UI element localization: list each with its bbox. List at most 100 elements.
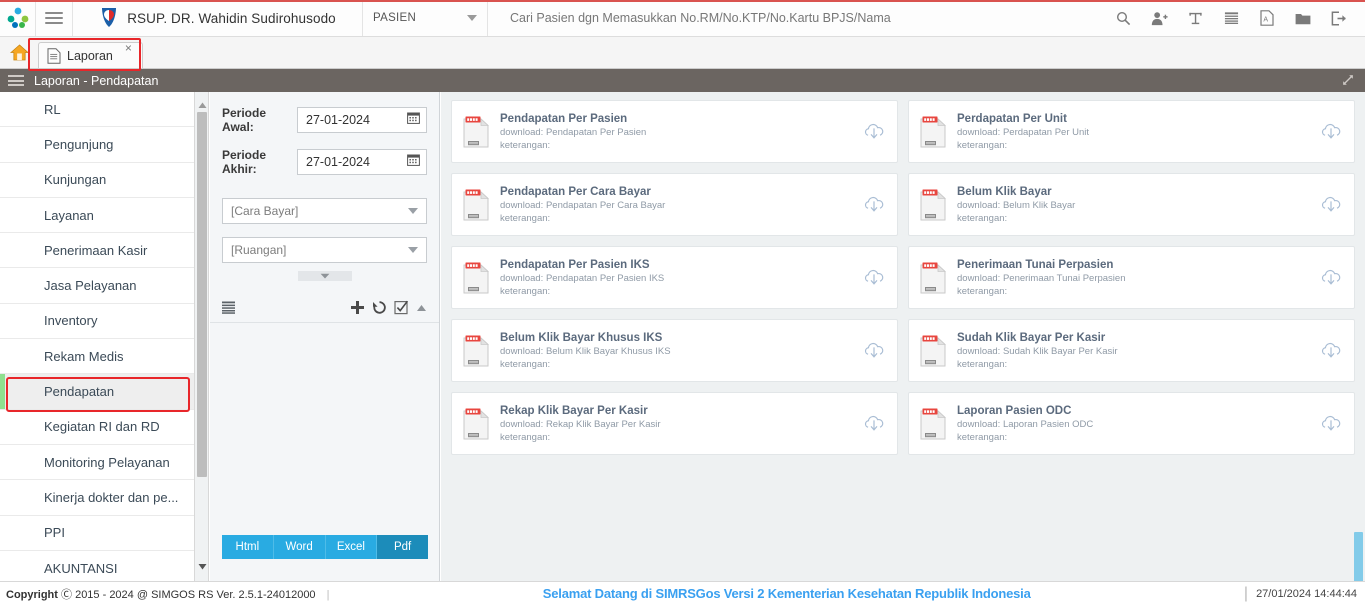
filter-collapse-handle[interactable] [297,271,352,281]
hamburger-icon[interactable] [8,73,24,89]
report-card[interactable]: Pendapatan Per Pasien download: Pendapata… [451,100,898,163]
header-accent-bar [0,0,1365,2]
report-card-text: Perdapatan Per Unit download: Perdapatan … [957,111,1320,152]
sidebar-item-jasa-pelayanan[interactable]: Jasa Pelayanan [0,268,194,304]
report-card[interactable]: Belum Klik Bayar download: Belum Klik Bay… [908,173,1355,236]
report-note-label: keterangan: [957,432,1008,443]
cloud-download-icon[interactable] [1320,414,1342,434]
current-datetime: 27/01/2024 14:44:44 [1256,587,1357,600]
cloud-download-icon[interactable] [863,414,885,434]
content-scrollbar-thumb[interactable] [1354,532,1363,581]
folder-icon[interactable] [1285,0,1321,36]
simgos-logo-icon[interactable] [0,0,35,37]
report-title: Belum Klik Bayar Khusus IKS [500,332,663,344]
sidebar-item-monitoring-pelayanan[interactable]: Monitoring Pelayanan [0,445,194,481]
sidebar-item-rekam-medis[interactable]: Rekam Medis [0,339,194,375]
sidebar-item-label: Kinerja dokter dan pe... [44,489,179,505]
report-card[interactable]: Perdapatan Per Unit download: Perdapatan … [908,100,1355,163]
pdf-file-icon[interactable]: A [1249,0,1285,36]
sidebar-item-pengunjung[interactable]: Pengunjung [0,127,194,163]
report-card[interactable]: Belum Klik Bayar Khusus IKS download: Bel… [451,319,898,382]
report-card[interactable]: Rekap Klik Bayar Per Kasir download: Reka… [451,392,898,455]
chevron-down-icon [467,15,477,21]
calendar-icon[interactable] [407,111,420,129]
copyright-label: Copyright [6,588,58,601]
cloud-download-icon[interactable] [1320,122,1342,142]
export-word-button[interactable]: Word [273,535,326,559]
home-icon[interactable] [0,36,38,68]
report-card[interactable]: Pendapatan Per Pasien IKS download: Penda… [451,246,898,309]
report-card[interactable]: Pendapatan Per Cara Bayar download: Penda… [451,173,898,236]
document-icon [47,47,61,64]
export-excel-button[interactable]: Excel [325,535,378,559]
report-card-text: Belum Klik Bayar download: Belum Klik Bay… [957,184,1320,225]
close-icon[interactable]: × [125,42,132,54]
cloud-download-icon[interactable] [1320,195,1342,215]
export-pdf-button[interactable]: Pdf [377,535,428,559]
report-download-label: download: Penerimaan Tunai Perpasien [957,273,1126,284]
report-card-text: Pendapatan Per Cara Bayar download: Penda… [500,184,863,225]
calendar-icon[interactable] [407,153,420,171]
chevron-up-icon[interactable] [416,304,427,312]
sidebar-item-akuntansi[interactable]: AKUNTANSI [0,551,194,581]
ruangan-select[interactable]: [Ruangan] [222,237,427,263]
sidebar-item-kinerja-dokter[interactable]: Kinerja dokter dan pe... [0,480,194,516]
report-document-icon [919,115,947,149]
sidebar-item-pendapatan[interactable]: Pendapatan [0,374,194,410]
list-icon[interactable] [1213,0,1249,36]
reset-history-icon[interactable] [372,300,387,315]
report-category-sidebar[interactable]: RL Pengunjung Kunjungan Layanan Penerima… [0,92,195,581]
cloud-download-icon[interactable] [863,341,885,361]
list-lines-icon[interactable] [222,301,236,314]
period-start-value: 27-01-2024 [306,113,370,127]
scrollbar-thumb[interactable] [197,112,207,477]
sidebar-item-penerimaan-kasir[interactable]: Penerimaan Kasir [0,233,194,269]
checkbox-checked-icon[interactable] [394,300,409,315]
report-card-text: Penerimaan Tunai Perpasien download: Pene… [957,257,1320,298]
report-download-label: download: Sudah Klik Bayar Per Kasir [957,346,1118,357]
tab-strip: Laporan × [0,37,1365,69]
cloud-download-icon[interactable] [1320,341,1342,361]
cara-bayar-select[interactable]: [Cara Bayar] [222,198,427,224]
logout-icon[interactable] [1321,0,1357,36]
cloud-download-icon[interactable] [1320,268,1342,288]
sidebar-item-label: Pengunjung [44,136,114,152]
app-window: RSUP. DR. Wahidin Sudirohusodo PASIEN Ca… [0,0,1365,605]
sidebar-item-rl[interactable]: RL [0,92,194,128]
sidebar-item-layanan[interactable]: Layanan [0,198,194,234]
module-bar: Laporan - Pendapatan [0,69,1365,92]
report-title: Laporan Pasien ODC [957,405,1072,417]
period-start-input[interactable]: 27-01-2024 [297,107,427,133]
sidebar-item-inventory[interactable]: Inventory [0,304,194,340]
sidebar-scrollbar[interactable] [195,92,209,581]
expand-diagonal-icon[interactable] [1341,73,1355,92]
text-tool-icon[interactable] [1177,0,1213,36]
svg-text:A: A [1263,17,1268,24]
search-mode-select[interactable]: PASIEN [363,0,488,36]
sidebar-item-kegiatan-ri-dan-rd[interactable]: Kegiatan RI dan RD [0,410,194,445]
main-menu-toggle[interactable] [35,0,73,36]
cloud-download-icon[interactable] [863,195,885,215]
ruangan-value: [Ruangan] [231,243,287,257]
export-html-button[interactable]: Html [222,535,274,559]
report-card[interactable]: Sudah Klik Bayar Per Kasir download: Suda… [908,319,1355,382]
sidebar-item-kunjungan[interactable]: Kunjungan [0,163,194,198]
sidebar-item-ppi[interactable]: PPI [0,516,194,551]
report-card[interactable]: Penerimaan Tunai Perpasien download: Pene… [908,246,1355,309]
cloud-download-icon[interactable] [863,268,885,288]
period-end-input[interactable]: 27-01-2024 [297,149,427,175]
report-download-label: download: Perdapatan Per Unit [957,127,1090,138]
search-input[interactable] [510,11,1105,25]
report-title: Rekap Klik Bayar Per Kasir [500,405,648,417]
tab-laporan[interactable]: Laporan × [38,42,143,68]
report-card[interactable]: Laporan Pasien ODC download: Laporan Pasi… [908,392,1355,455]
search-icon[interactable] [1105,0,1141,36]
report-download-label: download: Laporan Pasien ODC [957,419,1094,430]
sidebar-item-label: Monitoring Pelayanan [44,454,170,470]
sidebar-item-label: Inventory [44,313,98,329]
cloud-download-icon[interactable] [863,122,885,142]
plus-icon[interactable] [350,300,365,315]
add-user-icon[interactable] [1141,0,1177,36]
scroll-down-arrow-icon[interactable] [198,557,207,575]
report-note-label: keterangan: [500,286,551,297]
